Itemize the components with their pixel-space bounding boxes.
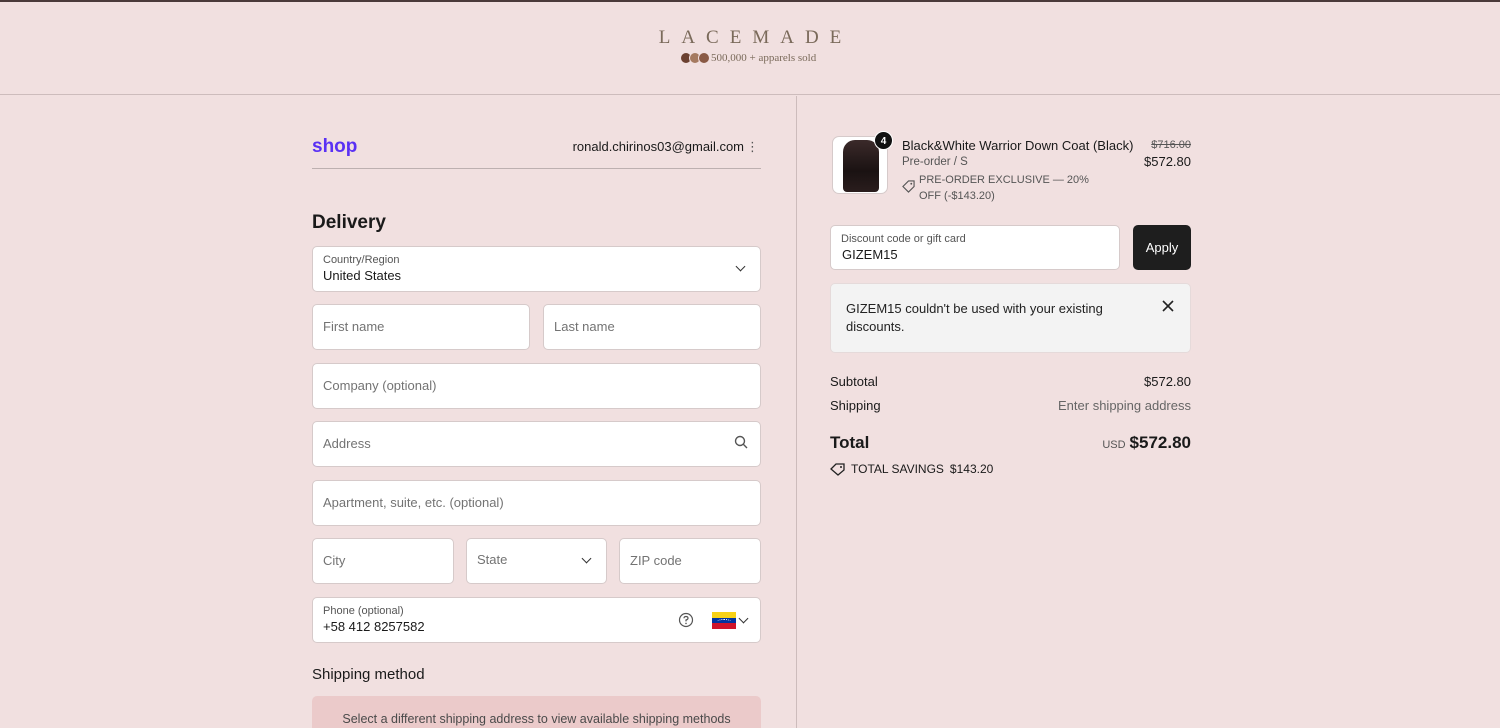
- discount-error-message: GIZEM15 couldn't be used with your exist…: [846, 301, 1103, 334]
- currency-code: USD: [1102, 439, 1126, 451]
- total-savings: TOTAL SAVINGS $143.20: [830, 462, 993, 476]
- shipping-method-notice: Select a different shipping address to v…: [312, 696, 761, 728]
- venezuela-flag-icon[interactable]: [712, 612, 736, 629]
- address-field[interactable]: Address: [312, 421, 761, 467]
- city-placeholder: City: [323, 553, 346, 568]
- sold-text: 500,000 + apparels sold: [711, 52, 817, 64]
- phone-label: Phone (optional): [323, 605, 404, 617]
- product-price: $572.80: [1144, 154, 1191, 169]
- chevron-down-icon: [735, 261, 746, 272]
- total-row: Total USD $572.80: [830, 433, 1191, 453]
- first-name-placeholder: First name: [323, 319, 385, 334]
- apply-discount-button[interactable]: Apply: [1133, 225, 1191, 270]
- discount-code-input[interactable]: Discount code or gift card GIZEM15: [830, 225, 1120, 270]
- discount-value: GIZEM15: [842, 247, 898, 262]
- last-name-placeholder: Last name: [554, 319, 615, 334]
- product-variant: Pre-order / S: [902, 156, 968, 168]
- shipping-label: Shipping: [830, 398, 881, 413]
- shipping-row: Shipping Enter shipping address: [830, 398, 1191, 413]
- total-label: Total: [830, 433, 870, 452]
- total-amount: USD $572.80: [1102, 433, 1191, 453]
- customer-avatars: [680, 52, 710, 64]
- brand-logo[interactable]: LACEMADE: [0, 27, 1500, 49]
- product-name: Black&White Warrior Down Coat (Black): [902, 138, 1134, 153]
- chevron-down-icon: [581, 553, 592, 564]
- company-placeholder: Company (optional): [323, 378, 437, 393]
- last-name-field[interactable]: Last name: [543, 304, 761, 350]
- state-placeholder: State: [477, 552, 508, 567]
- savings-value: $143.20: [949, 462, 994, 476]
- shipping-value: Enter shipping address: [1058, 398, 1191, 413]
- tag-icon: [830, 462, 845, 476]
- account-email: ronald.chirinos03@gmail.com: [572, 139, 744, 154]
- site-header: LACEMADE 500,000 + apparels sold: [0, 2, 1500, 95]
- zip-field[interactable]: ZIP code: [619, 538, 761, 584]
- avatar: [698, 52, 710, 64]
- subtotal-row: Subtotal $572.80: [830, 374, 1191, 389]
- address-placeholder: Address: [323, 436, 371, 451]
- discount-label: Discount code or gift card: [841, 233, 966, 245]
- delivery-heading: Delivery: [312, 212, 386, 233]
- apartment-field[interactable]: Apartment, suite, etc. (optional): [312, 480, 761, 526]
- close-icon[interactable]: [1162, 300, 1174, 312]
- country-label: Country/Region: [323, 254, 400, 266]
- sold-badge: 500,000 + apparels sold: [680, 52, 816, 64]
- more-options-icon[interactable]: ⋮: [746, 139, 759, 155]
- original-price: $716.00: [1151, 139, 1191, 151]
- subtotal-label: Subtotal: [830, 374, 878, 389]
- country-select[interactable]: Country/Region United States: [312, 246, 761, 292]
- help-icon[interactable]: [678, 612, 694, 628]
- promo-discount: PRE-ORDER EXCLUSIVE — 20% OFF (-$143.20): [919, 174, 1089, 202]
- apartment-placeholder: Apartment, suite, etc. (optional): [323, 495, 504, 510]
- account-bar: shop ronald.chirinos03@gmail.com ⋮: [312, 136, 761, 169]
- coat-image: [843, 140, 879, 192]
- first-name-field[interactable]: First name: [312, 304, 530, 350]
- column-divider: [796, 96, 797, 728]
- phone-value: +58 412 8257582: [323, 619, 425, 634]
- phone-field[interactable]: Phone (optional) +58 412 8257582: [312, 597, 761, 643]
- savings-label: TOTAL SAVINGS: [851, 462, 944, 476]
- shipping-method-heading: Shipping method: [312, 666, 425, 683]
- total-value: $572.80: [1129, 433, 1191, 452]
- country-value: United States: [323, 268, 402, 283]
- company-field[interactable]: Company (optional): [312, 363, 761, 409]
- state-select[interactable]: State: [466, 538, 607, 584]
- shop-pay-logo: shop: [312, 136, 358, 157]
- zip-placeholder: ZIP code: [630, 553, 682, 568]
- quantity-badge: 4: [874, 131, 893, 150]
- city-field[interactable]: City: [312, 538, 454, 584]
- subtotal-value: $572.80: [1144, 374, 1191, 389]
- discount-error-banner: GIZEM15 couldn't be used with your exist…: [830, 283, 1191, 353]
- search-icon: [734, 435, 748, 449]
- chevron-down-icon[interactable]: [738, 613, 749, 624]
- tag-icon: [902, 180, 915, 193]
